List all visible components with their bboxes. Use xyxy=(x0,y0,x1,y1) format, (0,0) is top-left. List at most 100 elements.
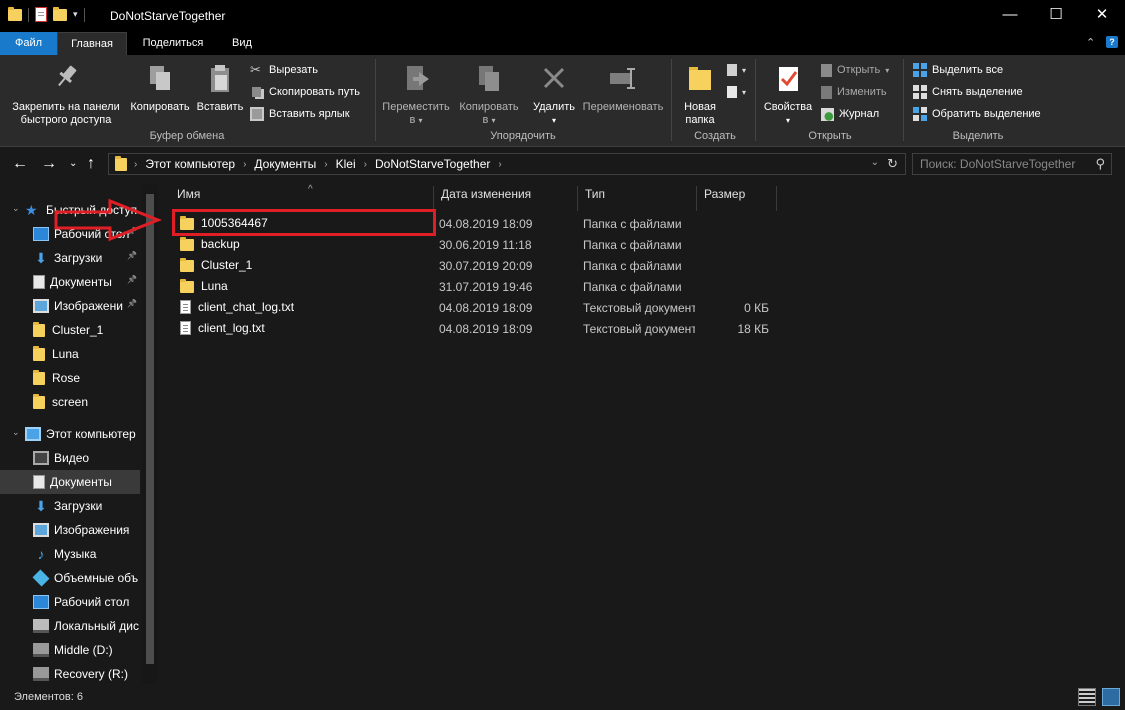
chevron-right-icon[interactable]: › xyxy=(243,159,246,170)
breadcrumb-documents[interactable]: Документы xyxy=(254,157,316,171)
column-header-date[interactable]: Дата изменения xyxy=(434,186,578,211)
address-dropdown-icon[interactable]: ⌄ xyxy=(871,157,879,168)
forward-arrow-icon[interactable]: → xyxy=(41,155,57,173)
sidebar-item-rose[interactable]: Rose xyxy=(0,366,140,390)
sidebar-item-label: Загрузки xyxy=(54,499,103,513)
new-item-button[interactable]: ▾ xyxy=(727,61,746,79)
breadcrumb-donotstarvetogether[interactable]: DoNotStarveTogether xyxy=(375,157,490,171)
delete-x-icon xyxy=(543,67,565,89)
breadcrumb-this-pc[interactable]: Этот компьютер xyxy=(145,157,235,171)
search-input[interactable]: Поиск: DoNotStarveTogether ⚲ xyxy=(912,153,1112,175)
up-arrow-icon[interactable]: ↑ xyxy=(87,155,95,173)
move-to-button[interactable]: Переместить в ▾ xyxy=(378,59,454,127)
scissors-icon: ✂ xyxy=(250,62,261,77)
table-row[interactable]: Luna 31.07.2019 19:46 Папка с файлами xyxy=(174,276,1074,297)
select-none-button[interactable]: Снять выделение xyxy=(913,83,1023,101)
history-button[interactable]: Журнал xyxy=(821,105,879,123)
copy-path-button[interactable]: Скопировать путь xyxy=(250,83,360,101)
new-item-icon xyxy=(727,64,737,76)
nav-scrollbar[interactable] xyxy=(142,184,158,684)
customize-toolbar-icon[interactable]: ▾ xyxy=(73,9,78,20)
new-folder-button[interactable]: Новая папка xyxy=(674,59,726,127)
sidebar-item-label: screen xyxy=(52,395,89,409)
chevron-right-icon[interactable]: › xyxy=(498,159,501,170)
sidebar-item-middle-d-[interactable]: Middle (D:) xyxy=(0,638,140,662)
delete-button[interactable]: Удалить ▾ xyxy=(528,59,580,127)
tab-share[interactable]: Поделиться xyxy=(132,32,214,55)
new-folder-icon[interactable] xyxy=(53,6,67,21)
pin-quick-access-button[interactable]: Закрепить на панели быстрого доступа xyxy=(6,59,126,127)
sidebar-item-объемные-объ[interactable]: Объемные объ xyxy=(0,566,140,590)
sidebar-item-recovery-r-[interactable]: Recovery (R:) xyxy=(0,662,140,686)
select-none-label: Снять выделение xyxy=(932,86,1023,98)
pin-icon[interactable]: 📌 xyxy=(127,251,137,260)
text-file-icon xyxy=(180,300,191,314)
recent-locations-icon[interactable]: ⌄ xyxy=(69,158,77,169)
sidebar-item-видео[interactable]: Видео xyxy=(0,446,140,470)
column-header-size[interactable]: Размер xyxy=(697,186,777,211)
table-row[interactable]: client_chat_log.txt 04.08.2019 18:09 Текст… xyxy=(174,297,1074,318)
sidebar-item-изображения[interactable]: Изображения xyxy=(0,518,140,542)
file-name: backup xyxy=(201,237,240,251)
sidebar-item-screen[interactable]: screen xyxy=(0,390,140,414)
nav-this-pc[interactable]: ⌄ Этот компьютер xyxy=(0,422,140,446)
pin-icon[interactable]: 📌 xyxy=(127,275,137,284)
tab-view[interactable]: Вид xyxy=(222,32,262,55)
breadcrumb-klei[interactable]: Klei xyxy=(336,157,356,171)
folder-icon xyxy=(180,237,194,251)
table-row[interactable]: backup 30.06.2019 11:18 Папка с файлами xyxy=(174,234,1074,255)
sidebar-item-музыка[interactable]: ♪ Музыка xyxy=(0,542,140,566)
nav-scrollbar-thumb[interactable] xyxy=(146,194,154,664)
table-row[interactable]: Cluster_1 30.07.2019 20:09 Папка с файлами xyxy=(174,255,1074,276)
invert-selection-button[interactable]: Обратить выделение xyxy=(913,105,1041,123)
easy-access-button[interactable]: ▾ xyxy=(727,83,746,101)
dropdown-arrow-icon: ▾ xyxy=(491,116,496,125)
properties-icon[interactable] xyxy=(35,7,47,22)
properties-button[interactable]: Свойства ▾ xyxy=(758,59,818,127)
sidebar-item-документы[interactable]: Документы xyxy=(0,470,140,494)
copy-button[interactable]: Копировать xyxy=(126,59,194,114)
sidebar-item-локальный-дис[interactable]: Локальный дис xyxy=(0,614,140,638)
select-all-button[interactable]: Выделить все xyxy=(913,61,1003,79)
edit-button[interactable]: Изменить xyxy=(821,83,887,101)
table-row[interactable]: client_log.txt 04.08.2019 18:09 Текстовый … xyxy=(174,318,1074,339)
help-icon[interactable]: ? xyxy=(1106,36,1118,48)
column-header-type[interactable]: Тип xyxy=(578,186,697,211)
sidebar-item-cluster-1[interactable]: Cluster_1 xyxy=(0,318,140,342)
refresh-icon[interactable]: ↻ xyxy=(887,156,898,172)
address-bar[interactable]: › Этот компьютер › Документы › Klei › Do… xyxy=(108,153,906,175)
copy-to-button[interactable]: Копировать в ▾ xyxy=(454,59,524,127)
sidebar-item-документы[interactable]: Документы 📌 xyxy=(0,270,140,294)
pin-icon[interactable]: 📌 xyxy=(127,299,137,308)
sidebar-item-загрузки[interactable]: ⬇ Загрузки xyxy=(0,494,140,518)
paste-shortcut-button[interactable]: Вставить ярлык xyxy=(250,105,350,123)
back-arrow-icon[interactable]: ← xyxy=(12,155,28,173)
rename-button[interactable]: Переименовать xyxy=(578,59,668,114)
search-icon[interactable]: ⚲ xyxy=(1095,156,1105,172)
open-button[interactable]: Открыть ▾ xyxy=(821,61,889,79)
column-header-name[interactable]: ^ Имя xyxy=(170,184,434,211)
minimize-button[interactable]: — xyxy=(987,0,1033,32)
tab-home[interactable]: Главная xyxy=(57,32,127,55)
dropdown-arrow-icon: ▾ xyxy=(742,87,747,97)
cut-button[interactable]: ✂ Вырезать xyxy=(250,61,318,79)
tab-file[interactable]: Файл xyxy=(0,32,57,55)
collapse-ribbon-icon[interactable]: ⌃ xyxy=(1086,36,1095,49)
sidebar-item-изображени[interactable]: Изображени 📌 xyxy=(0,294,140,318)
paste-button[interactable]: Вставить xyxy=(194,59,246,114)
large-icons-view-icon[interactable] xyxy=(1102,688,1120,706)
sidebar-item-рабочий-стол[interactable]: Рабочий стол xyxy=(0,590,140,614)
maximize-button[interactable]: ☐ xyxy=(1033,0,1079,32)
sidebar-item-загрузки[interactable]: ⬇ Загрузки 📌 xyxy=(0,246,140,270)
close-button[interactable]: ✕ xyxy=(1079,0,1125,32)
chevron-down-icon[interactable]: ⌄ xyxy=(12,203,20,214)
chevron-down-icon[interactable]: ⌄ xyxy=(12,427,20,438)
chevron-right-icon[interactable]: › xyxy=(134,159,137,170)
file-type: Папка с файлами xyxy=(583,280,682,294)
sidebar-item-luna[interactable]: Luna xyxy=(0,342,140,366)
chevron-right-icon[interactable]: › xyxy=(324,159,327,170)
desktop-icon xyxy=(33,595,49,609)
details-view-icon[interactable] xyxy=(1078,688,1096,706)
sidebar-item-label: Middle (D:) xyxy=(54,643,113,657)
chevron-right-icon[interactable]: › xyxy=(364,159,367,170)
